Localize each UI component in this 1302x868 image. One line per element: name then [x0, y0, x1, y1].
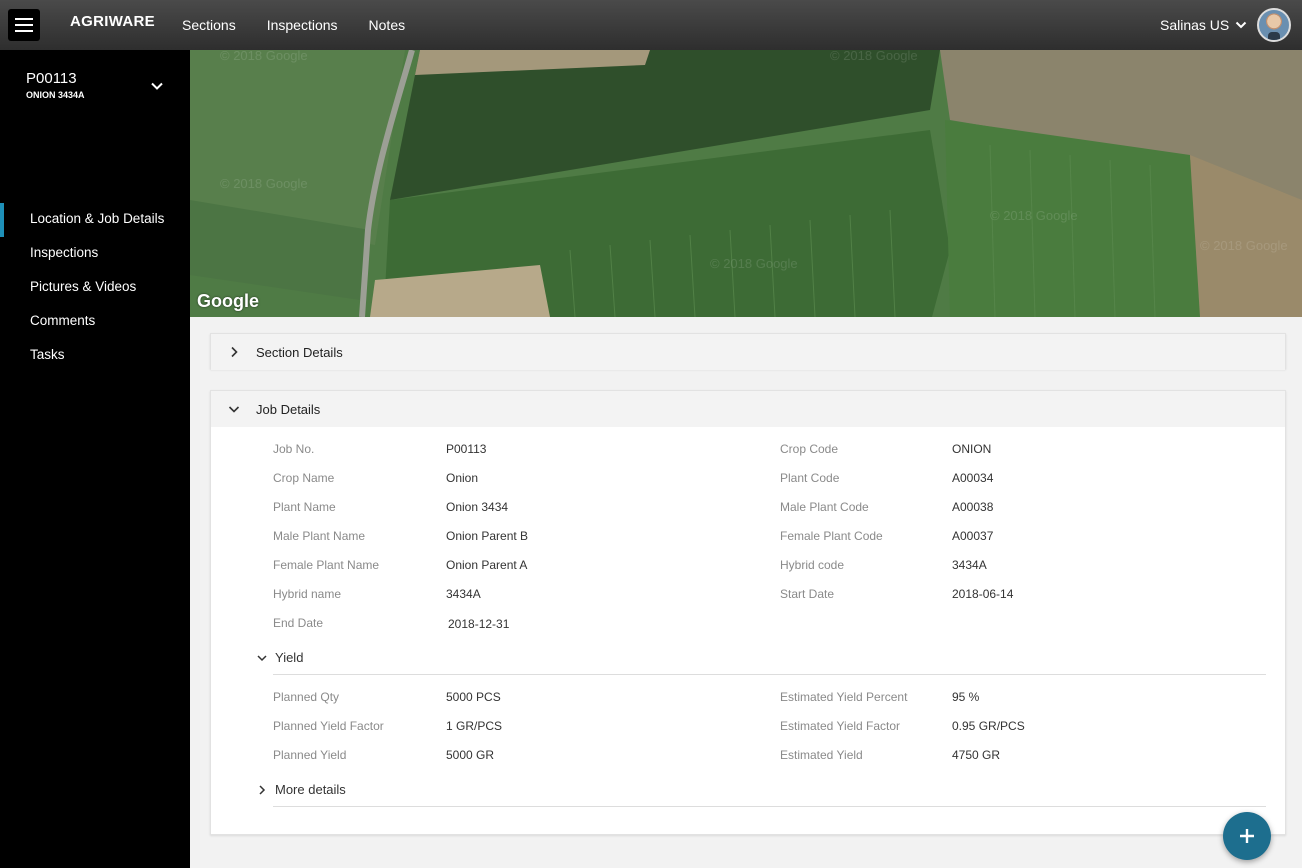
field-label-male-plant-name: Male Plant Name [273, 529, 366, 543]
field-label-female-plant-code: Female Plant Code [780, 529, 883, 543]
sidebar-item-location-job-details[interactable]: Location & Job Details [0, 203, 164, 237]
svg-text:© 2018 Google: © 2018 Google [220, 176, 308, 191]
job-details-card: Job Details Job No. P00113 Crop Name Oni… [210, 390, 1286, 835]
field-label-estimated-yield: Estimated Yield [780, 748, 863, 762]
svg-text:© 2018 Google: © 2018 Google [710, 256, 798, 271]
field-label-plant-code: Plant Code [780, 471, 840, 485]
job-details-title: Job Details [256, 401, 321, 417]
job-details-header[interactable]: Job Details [211, 391, 1285, 427]
chevron-down-icon [1236, 21, 1247, 29]
field-label-planned-yield: Planned Yield [273, 748, 347, 762]
field-value-female-plant-name: Onion Parent A [446, 558, 528, 572]
field-value-male-plant-code: A00038 [952, 500, 994, 514]
field-label-estimated-yield-percent: Estimated Yield Percent [780, 690, 908, 704]
yield-title: Yield [275, 650, 304, 665]
field-value-hybrid-name: 3434A [446, 587, 481, 601]
sidebar-item-tasks[interactable]: Tasks [30, 347, 65, 362]
field-value-female-plant-code: A00037 [952, 529, 994, 543]
hamburger-menu-button[interactable] [8, 9, 40, 41]
yield-header[interactable]: Yield [257, 650, 303, 665]
svg-text:© 2018 Google: © 2018 Google [990, 208, 1078, 223]
plus-icon [1240, 829, 1254, 843]
field-value-plant-name: Onion 3434 [446, 500, 509, 514]
field-value-planned-yield-factor: 1 GR/PCS [446, 719, 503, 733]
chevron-down-icon [257, 654, 267, 661]
svg-text:© 2018 Google: © 2018 Google [220, 50, 308, 63]
field-value-job-no: P00113 [446, 442, 487, 456]
nav-notes[interactable]: Notes [369, 17, 406, 33]
field-label-planned-yield-factor: Planned Yield Factor [273, 719, 384, 733]
field-value-hybrid-code: 3434A [952, 558, 987, 572]
field-label-end-date: End Date [273, 616, 324, 630]
field-value-end-date: 2018-12-31 [448, 617, 510, 631]
field-value-estimated-yield: 4750 GR [952, 748, 1001, 762]
section-details-header[interactable]: Section Details [211, 334, 1285, 370]
more-details-header[interactable]: More details [257, 782, 346, 797]
user-avatar[interactable] [1257, 8, 1291, 42]
field-label-crop-code: Crop Code [780, 442, 839, 456]
divider [273, 806, 1266, 807]
app-logo: AGRIWARE [70, 13, 155, 30]
more-details-title: More details [275, 782, 346, 797]
section-details-title: Section Details [256, 344, 343, 360]
chevron-right-icon [259, 784, 266, 795]
field-label-planned-qty: Planned Qty [273, 690, 340, 704]
field-value-planned-qty: 5000 PCS [446, 690, 501, 704]
sidebar-item-pictures-videos[interactable]: Pictures & Videos [30, 279, 136, 294]
job-subtitle: ONION 3434A [26, 90, 85, 100]
chevron-right-icon [231, 346, 238, 358]
map-view[interactable]: © 2018 Google © 2018 Google © 2018 Googl… [190, 50, 1302, 317]
main-nav: Sections Inspections Notes [182, 0, 436, 50]
field-value-crop-name: Onion [446, 471, 479, 485]
field-label-hybrid-name: Hybrid name [273, 587, 342, 601]
top-bar: AGRIWARE Sections Inspections Notes Sali… [0, 0, 1302, 50]
google-logo: Google [197, 291, 259, 311]
chevron-down-icon[interactable] [150, 79, 164, 93]
field-value-male-plant-name: Onion Parent B [446, 529, 529, 543]
section-details-card: Section Details [210, 333, 1286, 370]
nav-inspections[interactable]: Inspections [267, 17, 338, 33]
add-button[interactable] [1223, 812, 1271, 860]
field-label-crop-name: Crop Name [273, 471, 335, 485]
field-label-job-no: Job No. [273, 442, 315, 456]
field-value-estimated-yield-percent: 95 % [952, 690, 980, 704]
sidebar-item-comments[interactable]: Comments [30, 313, 95, 328]
field-value-crop-code: ONION [952, 442, 992, 456]
chevron-down-icon [228, 406, 240, 413]
field-value-estimated-yield-factor: 0.95 GR/PCS [952, 719, 1025, 733]
menu-icon [15, 18, 33, 20]
location-label: Salinas US [1160, 17, 1230, 33]
sidebar: P00113 ONION 3434A Location & Job Detail… [0, 50, 190, 868]
field-label-female-plant-name: Female Plant Name [273, 558, 380, 572]
field-label-plant-name: Plant Name [273, 500, 336, 514]
svg-text:© 2018 Google: © 2018 Google [1200, 238, 1288, 253]
field-label-start-date: Start Date [780, 587, 835, 601]
sidebar-item-inspections[interactable]: Inspections [30, 245, 98, 260]
satellite-map-image: © 2018 Google © 2018 Google © 2018 Googl… [190, 50, 1302, 317]
field-label-hybrid-code: Hybrid code [780, 558, 845, 572]
svg-text:© 2018 Google: © 2018 Google [830, 50, 918, 63]
field-value-plant-code: A00034 [952, 471, 994, 485]
nav-sections[interactable]: Sections [182, 17, 236, 33]
location-selector[interactable]: Salinas US [1160, 17, 1247, 33]
divider [273, 674, 1266, 675]
field-value-planned-yield: 5000 GR [446, 748, 495, 762]
field-label-male-plant-code: Male Plant Code [780, 500, 869, 514]
job-id: P00113 [26, 70, 77, 87]
field-label-estimated-yield-factor: Estimated Yield Factor [780, 719, 901, 733]
field-value-start-date: 2018-06-14 [952, 587, 1014, 601]
